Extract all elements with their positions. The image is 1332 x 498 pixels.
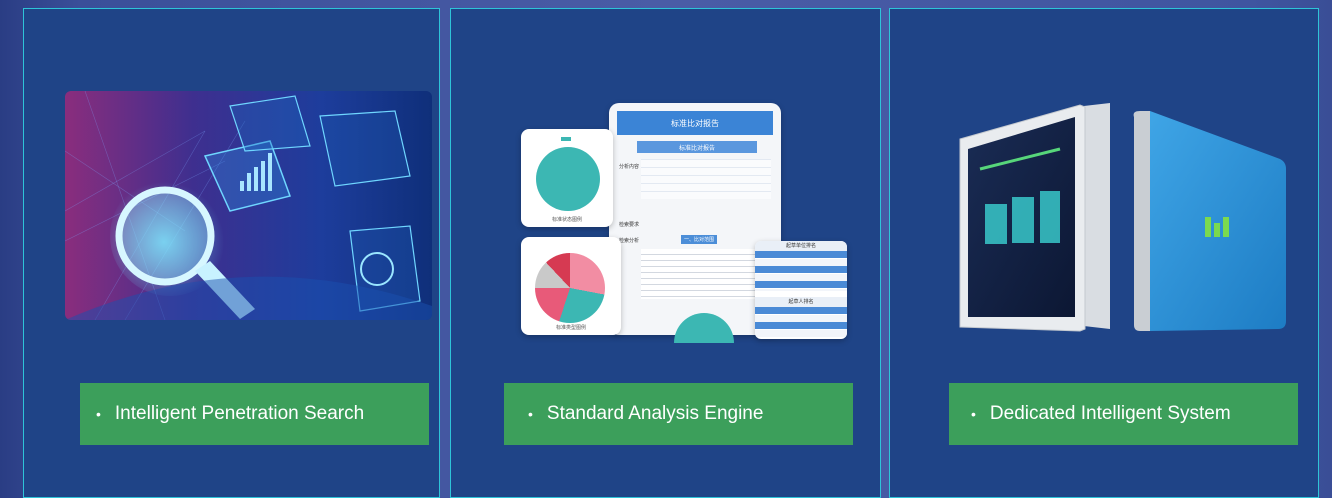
ranking-title-2: 起草人排名: [755, 297, 847, 307]
report-text-lines: [641, 249, 771, 299]
legend-swatch: [561, 137, 571, 141]
feature-card-analysis: 标准比对报告 标准比对报告 分析内容 检索要求 检索分析 一、比对范围 标准状态…: [450, 8, 881, 498]
magnifier-data-illustration: [65, 91, 432, 320]
ranking-title-1: 起草单位排名: [755, 241, 847, 251]
ranking-table-2: [755, 307, 847, 337]
feature-label-search: • Intelligent Penetration Search: [80, 383, 429, 445]
ranking-card: 起草单位排名 起草人排名: [755, 241, 847, 339]
feature-title: Standard Analysis Engine: [546, 403, 764, 424]
ranking-table-1: [755, 251, 847, 291]
pie-chart-status: [536, 147, 600, 211]
row-label-3: 检索分析: [619, 238, 640, 244]
row-label-1: 分析内容: [619, 164, 640, 170]
report-table: [641, 159, 771, 199]
pie-chart-type: [535, 253, 605, 323]
feature-title: Dedicated Intelligent System: [989, 403, 1231, 424]
tablet-report-mockup: 标准比对报告 标准比对报告 分析内容 检索要求 检索分析 一、比对范围 标准状态…: [521, 99, 851, 344]
bullet: •: [96, 406, 101, 422]
pie-card-status: 标准状态图例: [521, 129, 613, 227]
magnifier-icon: [65, 91, 432, 320]
mini-pie: [674, 313, 734, 343]
pie-caption-1: 标准状态图例: [551, 217, 582, 223]
pie-card-type: 标准类型图例: [521, 237, 621, 335]
report-header: 标准比对报告: [617, 111, 773, 135]
subsection-title: 一、比对范围: [681, 235, 717, 244]
feature-title: Intelligent Penetration Search: [114, 403, 365, 424]
feature-card-system: • Dedicated Intelligent System: [889, 8, 1319, 498]
report-tab-title: 标准比对报告: [637, 141, 757, 153]
pie-caption-2: 标准类型图例: [555, 325, 586, 331]
bullet: •: [528, 406, 533, 422]
row-label-2: 检索要求: [619, 222, 640, 228]
feature-label-analysis: • Standard Analysis Engine: [504, 383, 853, 445]
feature-label-system: • Dedicated Intelligent System: [949, 383, 1298, 445]
bullet: •: [971, 406, 976, 422]
tablet-device-mockup: [950, 99, 1290, 339]
tablet-icon: [959, 103, 1286, 332]
feature-card-search: • Intelligent Penetration Search: [23, 8, 440, 498]
